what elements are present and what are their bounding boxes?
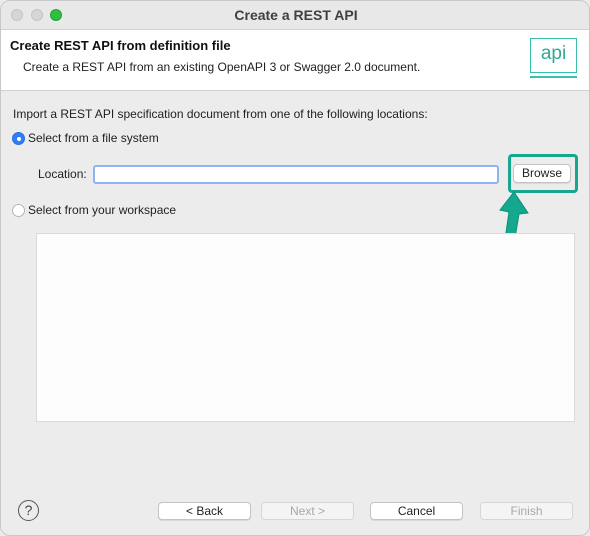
api-logo-icon: api — [530, 38, 577, 73]
file-system-radio-label[interactable]: Select from a file system — [28, 131, 159, 145]
location-input[interactable] — [93, 165, 499, 184]
window-title: Create a REST API — [234, 7, 358, 23]
finish-button[interactable]: Finish — [480, 502, 573, 520]
title-bar: Create a REST API — [1, 1, 589, 30]
back-button[interactable]: < Back — [158, 502, 251, 520]
api-logo-underline — [530, 76, 577, 78]
location-label: Location: — [38, 167, 87, 181]
dialog-window: Create a REST API Create REST API from d… — [0, 0, 590, 536]
file-system-radio[interactable] — [12, 132, 25, 145]
next-button[interactable]: Next > — [261, 502, 354, 520]
workspace-tree[interactable] — [36, 233, 575, 422]
header-description: Create a REST API from an existing OpenA… — [23, 60, 421, 74]
instructions-text: Import a REST API specification document… — [13, 107, 428, 121]
workspace-radio[interactable] — [12, 204, 25, 217]
workspace-radio-label[interactable]: Select from your workspace — [28, 203, 176, 217]
wizard-header: Create REST API from definition file Cre… — [1, 30, 589, 91]
header-title: Create REST API from definition file — [10, 38, 231, 53]
cancel-button[interactable]: Cancel — [370, 502, 463, 520]
help-icon[interactable]: ? — [18, 500, 39, 521]
browse-button[interactable]: Browse — [513, 164, 571, 183]
